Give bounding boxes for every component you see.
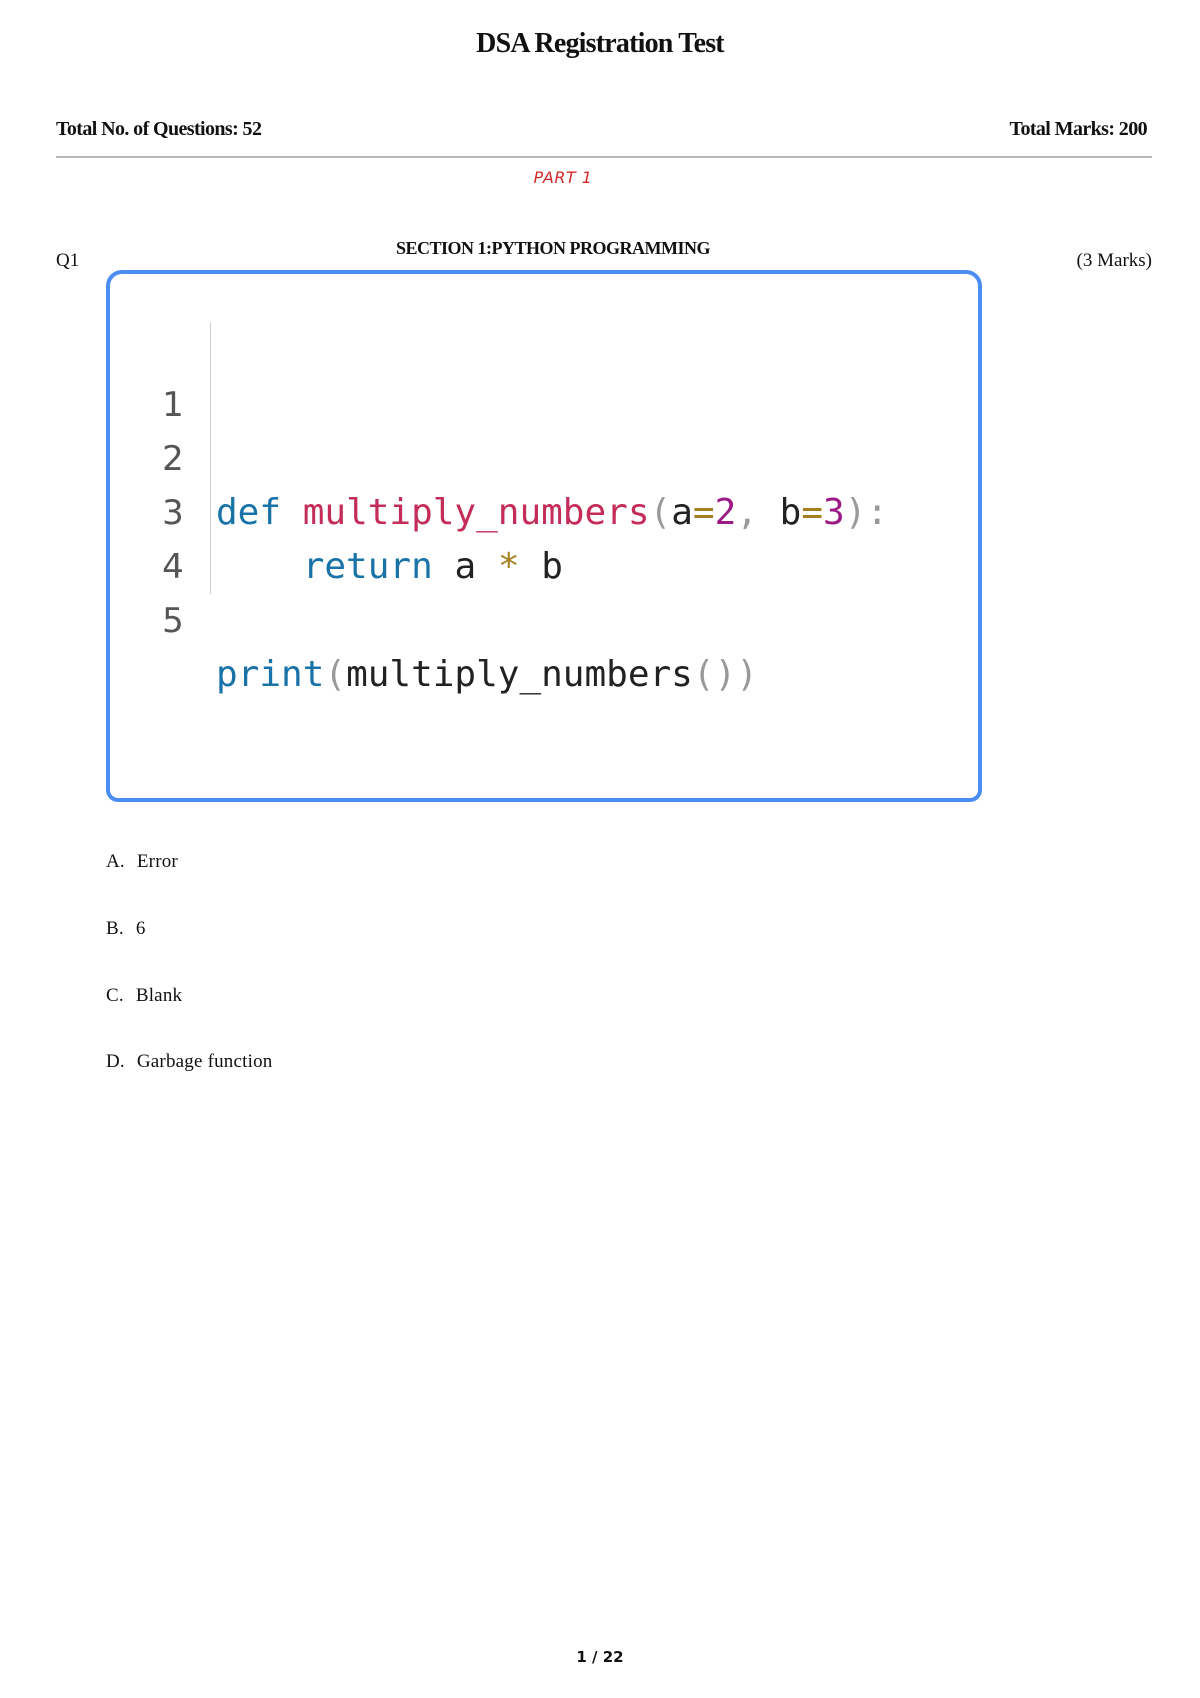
option-letter: D. — [106, 1051, 125, 1072]
code-text: print(multiply_numbers()) — [216, 648, 758, 702]
option-b: B. 6 — [106, 918, 146, 940]
code-line-2: 2 def multiply_numbers(a=2, b=3): — [110, 378, 888, 533]
question-number: Q1 — [56, 250, 80, 271]
total-marks: Total Marks: 200 — [1009, 118, 1148, 140]
option-letter: C. — [106, 985, 124, 1006]
line-number: 5 — [162, 601, 184, 641]
function-name: multiply_numbers — [302, 492, 650, 533]
code-line-3: 3 return a * b — [110, 432, 563, 587]
multiply-operator: * — [497, 546, 520, 587]
var-b: b — [541, 546, 563, 587]
page-number: 1 / 22 — [576, 1648, 624, 1666]
option-text: Garbage function — [136, 1051, 273, 1072]
option-text: Error — [136, 851, 178, 872]
param-b: b — [779, 492, 802, 533]
equals: = — [801, 492, 823, 533]
code-line-4: 4 — [110, 486, 197, 587]
code-line-5: 5 print(multiply_numbers()) — [110, 540, 758, 695]
header-divider — [56, 156, 1152, 158]
option-text: Blank — [135, 985, 183, 1006]
code-text: def multiply_numbers(a=2, b=3): — [216, 486, 888, 540]
option-c: C. Blank — [106, 985, 182, 1007]
keyword-def: def — [216, 492, 282, 533]
default-3: 3 — [823, 492, 845, 533]
keyword-print: print — [216, 654, 325, 695]
option-a: A. Error — [106, 851, 178, 873]
equals: = — [692, 492, 715, 533]
total-questions: Total No. of Questions: 52 — [56, 118, 262, 140]
var-a: a — [454, 546, 477, 587]
call-parens: () — [692, 654, 737, 695]
open-paren: ( — [649, 492, 672, 533]
keyword-return: return — [302, 546, 433, 587]
default-2: 2 — [714, 492, 737, 533]
document-title: DSA Registration Test — [476, 28, 724, 59]
question-marks: (3 Marks) — [1076, 250, 1152, 271]
code-text: return a * b — [216, 540, 563, 594]
option-letter: B. — [106, 918, 124, 939]
comma: , — [736, 492, 758, 533]
code-gutter-divider — [210, 322, 211, 594]
open-paren: ( — [324, 654, 347, 695]
close-paren: ) — [736, 654, 758, 695]
close-paren-colon: ): — [844, 492, 889, 533]
option-text: 6 — [135, 918, 146, 939]
code-line-1: 1 — [110, 324, 197, 425]
part-label: PART 1 — [533, 168, 593, 187]
option-letter: A. — [106, 851, 125, 872]
section-title: SECTION 1:PYTHON PROGRAMMING — [396, 238, 711, 258]
param-a: a — [671, 492, 693, 533]
function-call: multiply_numbers — [346, 654, 693, 695]
code-snippet-image: 1 2 def multiply_numbers(a=2, b=3): 3 re… — [106, 270, 982, 802]
option-d: D. Garbage function — [106, 1051, 273, 1073]
